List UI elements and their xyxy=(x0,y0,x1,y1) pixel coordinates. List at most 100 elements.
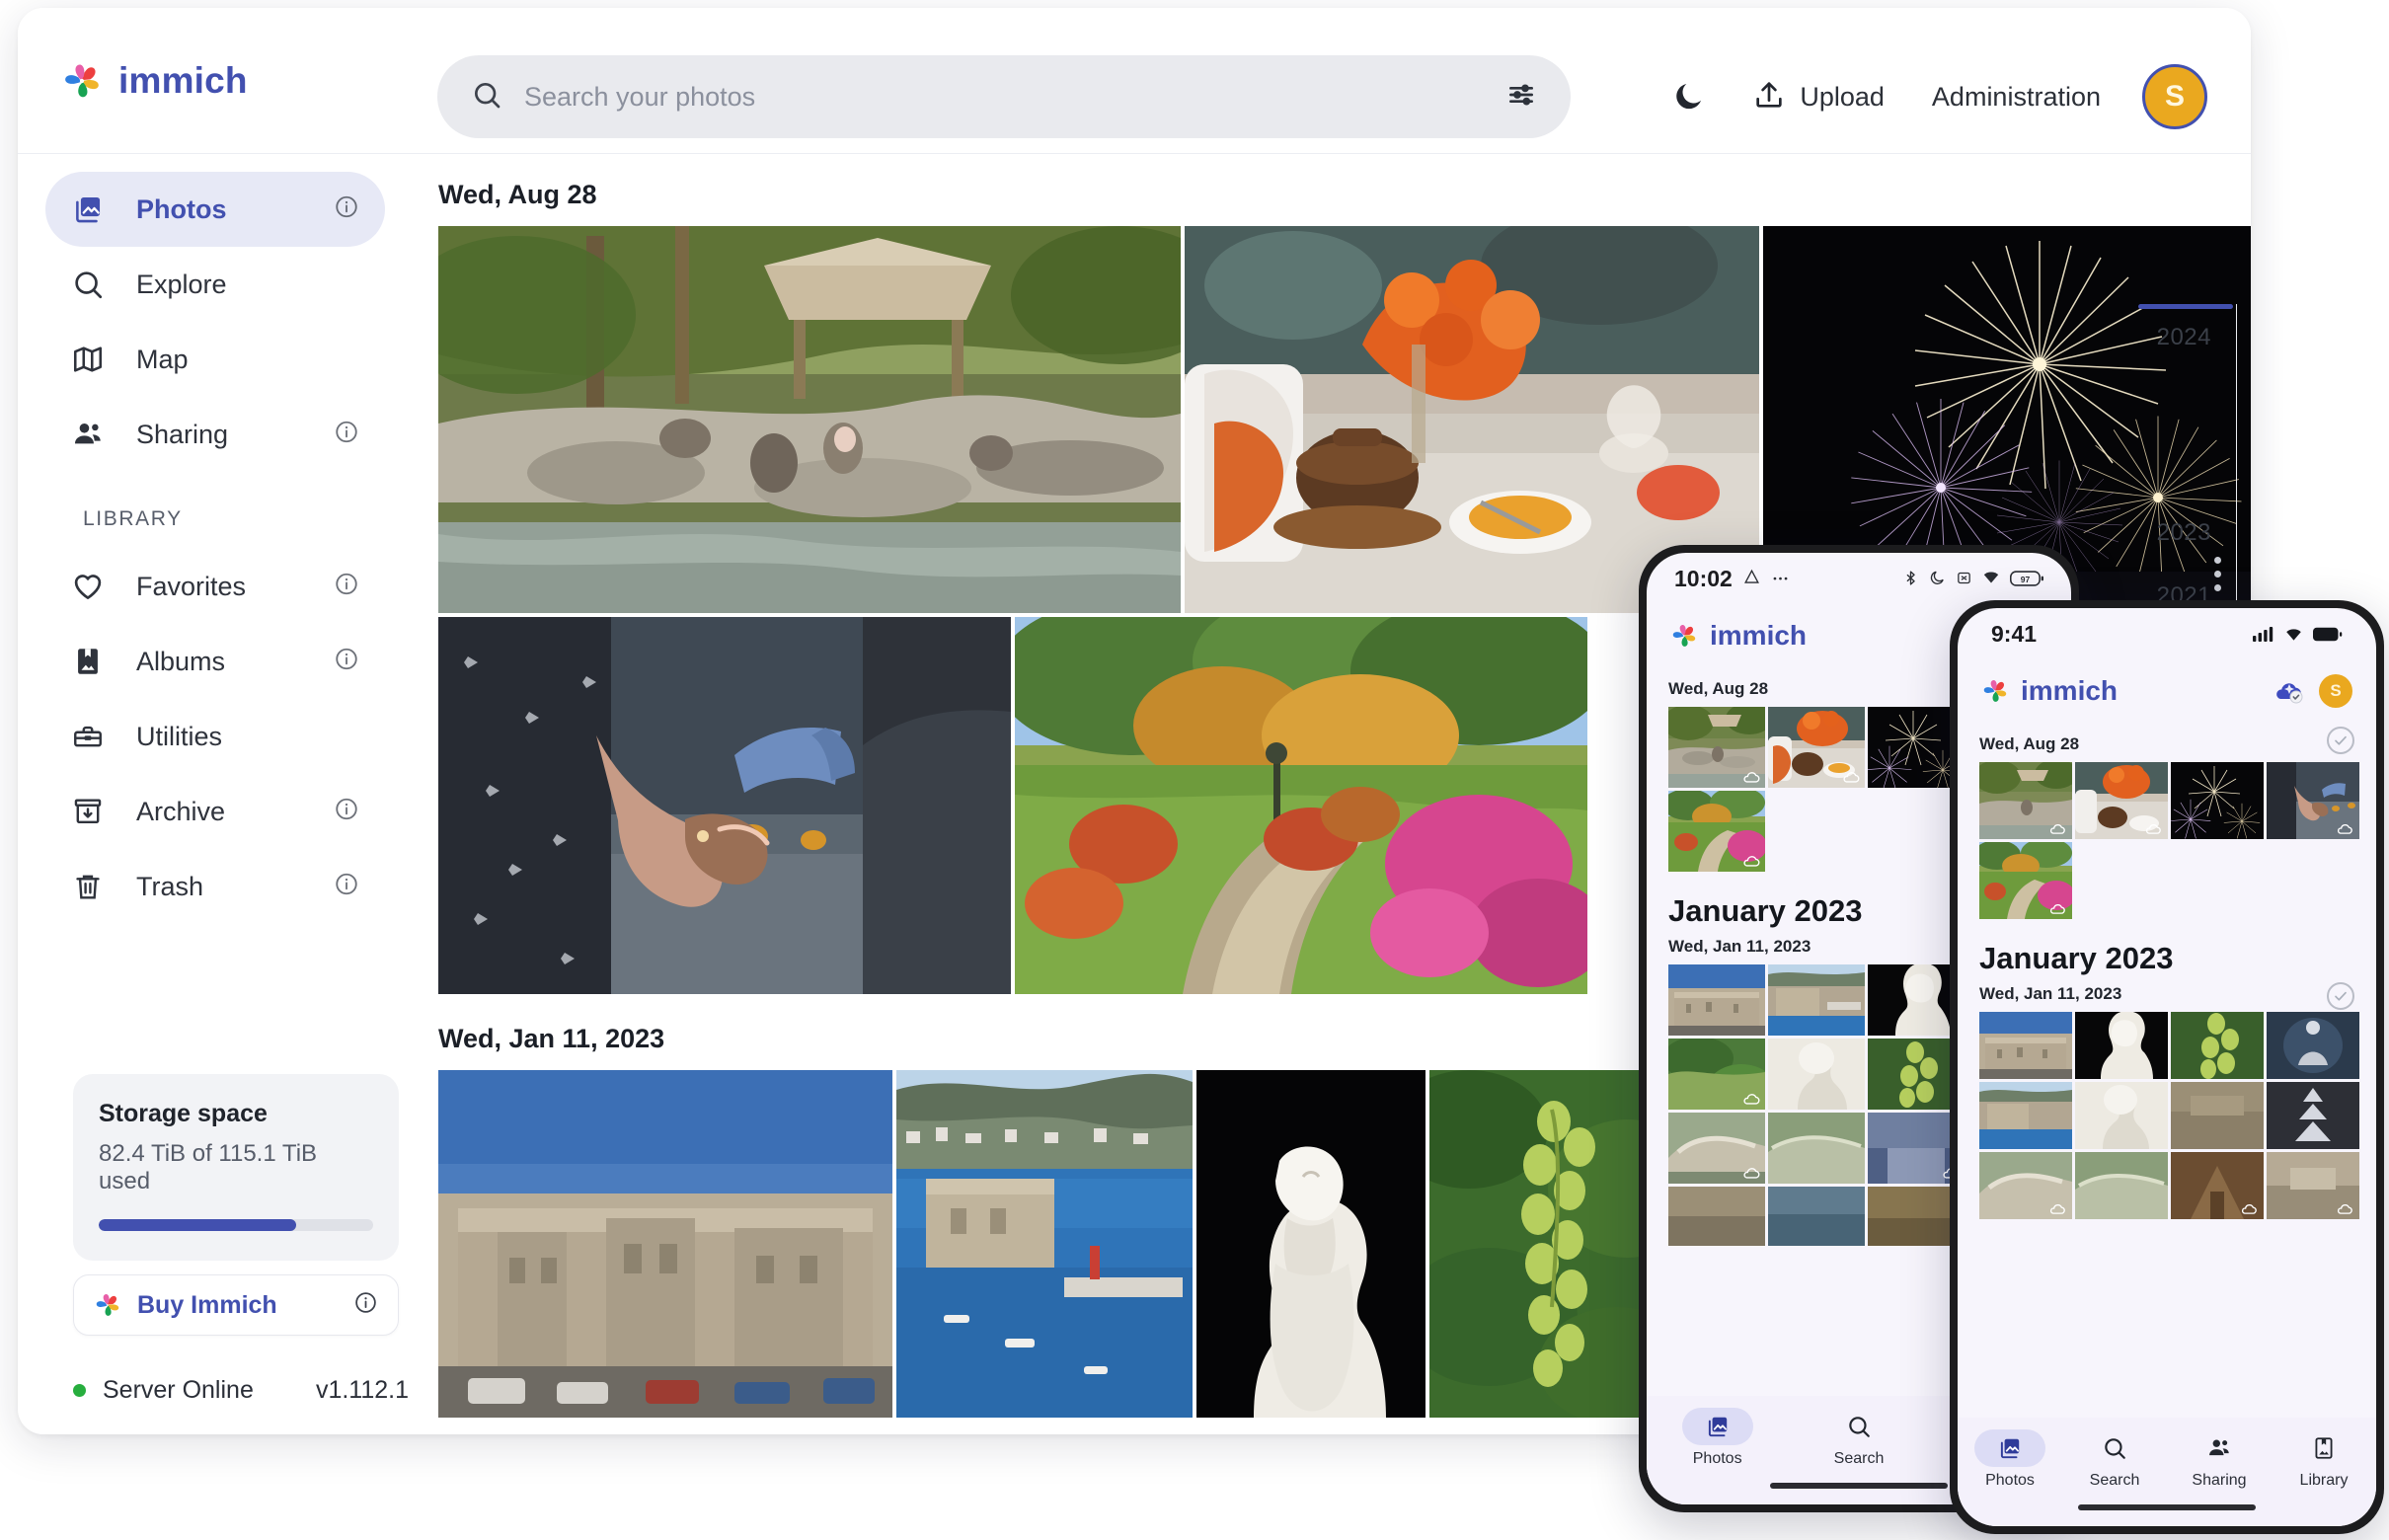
more-icon xyxy=(1771,566,1790,592)
photo-thumbnail[interactable] xyxy=(1979,1012,2072,1079)
timeline-year-label[interactable]: 2024 xyxy=(2157,324,2211,351)
theme-toggle-button[interactable] xyxy=(1654,61,1725,132)
photo-thumbnail[interactable] xyxy=(2171,1082,2264,1149)
search-icon xyxy=(2079,1429,2150,1467)
photo-thumbnail[interactable] xyxy=(2171,762,2264,839)
sidebar-item-archive[interactable]: Archive xyxy=(45,774,385,849)
app-brand[interactable]: immich xyxy=(61,60,397,102)
photo-thumbnail[interactable] xyxy=(1768,707,1865,788)
people-icon xyxy=(71,418,115,451)
sidebar: Photos Explore xyxy=(18,154,413,1434)
photos-icon xyxy=(1682,1408,1753,1445)
photo-thumbnail[interactable] xyxy=(1979,842,2072,919)
info-icon[interactable] xyxy=(334,194,359,225)
cloud-upload-badge-icon xyxy=(2336,1202,2355,1215)
photo-thumbnail[interactable] xyxy=(438,617,1011,994)
info-icon[interactable] xyxy=(334,420,359,450)
ios-user-avatar[interactable]: S xyxy=(2319,674,2352,708)
bottom-nav-search[interactable]: Search xyxy=(1788,1408,1929,1468)
photo-thumbnail[interactable] xyxy=(2171,1152,2264,1219)
photo-thumbnail[interactable] xyxy=(1668,1113,1765,1184)
photo-thumbnail[interactable] xyxy=(1668,1187,1765,1246)
search-bar[interactable] xyxy=(437,55,1571,138)
cloud-upload-badge-icon xyxy=(2048,902,2068,915)
photo-thumbnail[interactable] xyxy=(1196,1070,1426,1418)
sidebar-item-favorites[interactable]: Favorites xyxy=(45,549,385,624)
upload-label: Upload xyxy=(1800,82,1885,113)
search-input[interactable] xyxy=(524,82,1505,113)
search-icon xyxy=(471,79,502,116)
bottom-nav-library[interactable]: Library xyxy=(2272,1429,2376,1490)
photo-thumbnail[interactable] xyxy=(1668,1039,1765,1110)
photo-thumbnail[interactable] xyxy=(1668,707,1765,788)
photo-thumbnail[interactable] xyxy=(1979,1082,2072,1149)
sidebar-item-sharing[interactable]: Sharing xyxy=(45,397,385,472)
photo-thumbnail[interactable] xyxy=(2075,1152,2168,1219)
select-all-icon[interactable] xyxy=(2327,982,2354,1010)
info-icon[interactable] xyxy=(334,647,359,677)
cloud-upload-badge-icon xyxy=(2048,822,2068,835)
bottom-nav-photos[interactable]: Photos xyxy=(1647,1408,1788,1468)
photo-thumbnail[interactable] xyxy=(896,1070,1193,1418)
sidebar-item-explore[interactable]: Explore xyxy=(45,247,385,322)
wifi-icon xyxy=(1982,566,2000,592)
photo-thumbnail[interactable] xyxy=(1768,1113,1865,1184)
photo-thumbnail[interactable] xyxy=(2267,1152,2359,1219)
photo-thumbnail[interactable] xyxy=(2171,1012,2264,1079)
drive-icon xyxy=(1742,566,1761,592)
sidebar-item-label: Sharing xyxy=(136,420,228,450)
sidebar-item-photos[interactable]: Photos xyxy=(45,172,385,247)
sidebar-item-map[interactable]: Map xyxy=(45,322,385,397)
photo-thumbnail[interactable] xyxy=(1979,1152,2072,1219)
photo-thumbnail[interactable] xyxy=(2075,1082,2168,1149)
buy-immich-button[interactable]: Buy Immich xyxy=(73,1274,399,1336)
photo-thumbnail[interactable] xyxy=(438,226,1181,613)
timeline-year-label[interactable]: 2023 xyxy=(2157,519,2211,547)
bluetooth-icon xyxy=(1902,566,1919,592)
photo-thumbnail[interactable] xyxy=(1768,1187,1865,1246)
photo-thumbnail[interactable] xyxy=(1015,617,1587,994)
sidebar-item-albums[interactable]: Albums xyxy=(45,624,385,699)
photo-thumbnail[interactable] xyxy=(1668,964,1765,1036)
photo-thumbnail[interactable] xyxy=(1979,762,2072,839)
home-indicator xyxy=(2078,1504,2256,1510)
bottom-nav-sharing[interactable]: Sharing xyxy=(2167,1429,2272,1490)
search-icon xyxy=(1823,1408,1894,1445)
screenshot-root: immich xyxy=(0,0,2389,1540)
photo-thumbnail[interactable] xyxy=(2267,1012,2359,1079)
select-all-icon[interactable] xyxy=(2327,727,2354,754)
wifi-icon xyxy=(2284,621,2303,648)
photo-thumbnail[interactable] xyxy=(1768,1039,1865,1110)
photo-thumbnail[interactable] xyxy=(2267,1082,2359,1149)
sidebar-item-utilities[interactable]: Utilities xyxy=(45,699,385,774)
info-icon[interactable] xyxy=(353,1290,378,1320)
scrubber-handle[interactable] xyxy=(2138,304,2233,309)
sidebar-item-trash[interactable]: Trash xyxy=(45,849,385,924)
photo-thumbnail[interactable] xyxy=(1429,1070,1658,1418)
photo-thumbnail[interactable] xyxy=(2267,762,2359,839)
info-icon[interactable] xyxy=(334,572,359,602)
sidebar-section-library: LIBRARY xyxy=(83,507,413,531)
photo-thumbnail[interactable] xyxy=(438,1070,892,1418)
photo-thumbnail[interactable] xyxy=(2075,1012,2168,1079)
user-avatar[interactable]: S xyxy=(2142,64,2207,129)
ios-status-bar: 9:41 xyxy=(1958,608,2376,659)
photo-thumbnail[interactable] xyxy=(2075,762,2168,839)
bottom-nav-search[interactable]: Search xyxy=(2062,1429,2167,1490)
immich-petal-logo-icon xyxy=(61,60,103,102)
info-icon[interactable] xyxy=(334,872,359,902)
photo-thumbnail[interactable] xyxy=(1768,964,1865,1036)
buy-immich-label: Buy Immich xyxy=(137,1291,353,1320)
bottom-nav-photos[interactable]: Photos xyxy=(1958,1429,2062,1490)
administration-button[interactable]: Administration xyxy=(1932,82,2101,113)
cloud-upload-badge-icon xyxy=(2336,822,2355,835)
sidebar-item-label: Trash xyxy=(136,872,203,902)
tune-filter-icon[interactable] xyxy=(1505,79,1537,116)
cloud-sync-icon[interactable] xyxy=(2272,678,2305,704)
bottom-nav-label: Sharing xyxy=(2192,1472,2246,1490)
upload-button[interactable]: Upload xyxy=(1752,78,1885,116)
photo-thumbnail[interactable] xyxy=(1668,791,1765,872)
bottom-nav-label: Photos xyxy=(1985,1472,2035,1490)
cloud-upload-badge-icon xyxy=(1741,1093,1761,1106)
info-icon[interactable] xyxy=(334,797,359,827)
